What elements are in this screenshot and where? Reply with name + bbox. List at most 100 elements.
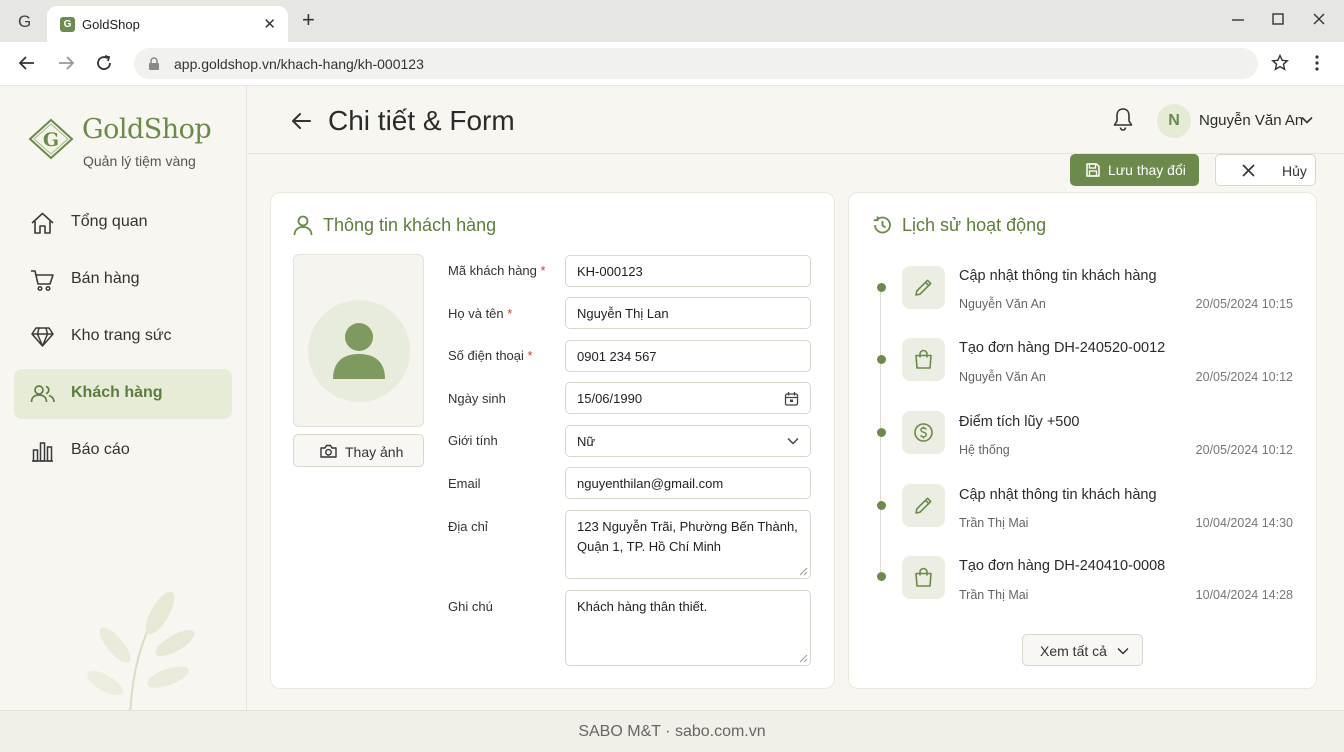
activity-user: Trần Thị Mai [959, 516, 1029, 530]
pencil-icon [915, 497, 932, 514]
timeline-dot [877, 283, 886, 292]
tab-favicon: G [60, 17, 75, 32]
activity-user: Nguyễn Văn An [959, 297, 1046, 311]
activity-time: 10/04/2024 14:28 [1195, 588, 1293, 602]
sidebar-item-label: Tổng quan [71, 213, 148, 230]
timeline-dot [877, 501, 886, 510]
activity-time: 20/05/2024 10:12 [1195, 370, 1293, 384]
dob-field[interactable]: 15/06/1990 [565, 382, 811, 414]
view-all-label: Xem tất cả [1040, 643, 1107, 659]
activity-icon-box [902, 411, 945, 454]
calendar-icon[interactable] [784, 391, 799, 406]
users-icon [30, 385, 55, 403]
dollar-coin-icon [914, 423, 933, 442]
chevron-down-icon [1117, 647, 1129, 655]
cart-icon [31, 270, 54, 292]
change-photo-label: Thay ảnh [345, 444, 404, 460]
save-button-label: Lưu thay đổi [1108, 162, 1186, 178]
required-mark: * [527, 348, 533, 363]
footer-text: SABO M&T · sabo.com.vn [578, 723, 766, 740]
save-icon [1086, 163, 1100, 177]
activity-time: 20/05/2024 10:12 [1195, 443, 1293, 457]
sidebar-item-label: Bán hàng [71, 270, 140, 287]
camera-icon [320, 444, 337, 458]
sidebar-item-ban-hang[interactable]: Bán hàng [14, 255, 232, 305]
shopping-bag-icon [915, 567, 932, 587]
browser-address-bar: app.goldshop.vn/khach-hang/kh-000123 [0, 42, 1344, 86]
timeline-dot [877, 572, 886, 581]
gender-select[interactable]: Nữ [565, 425, 811, 457]
avatar[interactable]: N [1157, 104, 1191, 138]
browser-forward-icon[interactable] [57, 54, 75, 72]
email-field[interactable]: nguyenthilan@gmail.com [565, 467, 811, 499]
change-photo-button[interactable]: Thay ảnh [293, 434, 424, 467]
window-close-icon[interactable] [1312, 12, 1326, 26]
view-all-button[interactable]: Xem tất cả [1022, 634, 1143, 666]
minimize-icon[interactable] [1231, 12, 1245, 26]
tab-close-icon[interactable]: ✕ [263, 15, 276, 33]
dob-value: 15/06/1990 [577, 391, 643, 406]
shopping-bag-icon [915, 349, 932, 369]
activity-icon-box [902, 556, 945, 599]
url-text: app.goldshop.vn/khach-hang/kh-000123 [174, 56, 424, 72]
activity-title: Điểm tích lũy +500 [959, 414, 1080, 430]
browser-tab[interactable]: G GoldShop ✕ [47, 6, 288, 42]
user-name[interactable]: Nguyễn Văn An [1199, 112, 1303, 129]
resize-handle-icon[interactable] [799, 654, 808, 663]
url-bar[interactable]: app.goldshop.vn/khach-hang/kh-000123 [134, 48, 1258, 79]
note-label: Ghi chú [448, 599, 493, 614]
resize-handle-icon[interactable] [799, 567, 808, 576]
brand-name: GoldShop [82, 114, 212, 145]
sidebar-item-khach-hang[interactable]: Khách hàng [14, 369, 232, 419]
gender-value: Nữ [577, 434, 596, 449]
activity-user: Hệ thống [959, 443, 1010, 457]
back-arrow-icon[interactable] [290, 110, 312, 132]
cancel-button[interactable]: Hủy [1215, 154, 1316, 186]
sidebar-item-bao-cao[interactable]: Báo cáo [14, 426, 232, 476]
chevron-down-icon[interactable] [1301, 116, 1313, 124]
full-name-field[interactable]: Nguyễn Thị Lan [565, 297, 811, 329]
user-icon [293, 215, 313, 236]
lock-icon [149, 57, 159, 70]
sidebar-item-tong-quan[interactable]: Tổng quan [14, 198, 232, 248]
customer-code-field[interactable]: KH-000123 [565, 255, 811, 287]
activity-icon-box [902, 484, 945, 527]
brand-logo-icon: G [28, 118, 74, 160]
leaf-decoration [87, 591, 195, 710]
browser-reload-icon[interactable] [95, 54, 113, 72]
activity-user: Nguyễn Văn An [959, 370, 1046, 384]
note-field[interactable]: Khách hàng thân thiết. [565, 590, 811, 666]
email-label: Email [448, 476, 481, 491]
timeline-dot [877, 428, 886, 437]
sidebar-item-label: Khách hàng [71, 384, 163, 401]
note-value: Khách hàng thân thiết. [577, 599, 708, 614]
address-field[interactable]: 123 Nguyễn Trãi, Phường Bến Thành, Quận … [565, 510, 811, 579]
brand-logo-letter: G [43, 129, 59, 151]
chevron-down-icon [787, 437, 799, 445]
browser-back-icon[interactable] [18, 54, 36, 72]
phone-field[interactable]: 0901 234 567 [565, 340, 811, 372]
page-title: Chi tiết & Form [328, 105, 515, 136]
maximize-icon[interactable] [1271, 12, 1285, 26]
activity-user: Trần Thị Mai [959, 588, 1029, 602]
browser-profile-icon[interactable]: G [18, 12, 31, 32]
sidebar-item-kho-trang-suc[interactable]: Kho trang sức [14, 312, 232, 362]
activity-time: 10/04/2024 14:30 [1195, 516, 1293, 530]
brand-subtitle: Quản lý tiệm vàng [83, 153, 196, 169]
activity-time: 20/05/2024 10:15 [1195, 297, 1293, 311]
dob-label: Ngày sinh [448, 391, 506, 406]
sidebar-item-label: Báo cáo [71, 441, 130, 458]
timeline-dot [877, 355, 886, 364]
home-icon [31, 212, 54, 234]
activity-title: Cập nhật thông tin khách hàng [959, 268, 1157, 284]
browser-tab-bar: G G GoldShop ✕ + [0, 0, 1344, 42]
save-button[interactable]: Lưu thay đổi [1070, 154, 1199, 186]
footer: SABO M&T · sabo.com.vn [0, 710, 1344, 752]
notification-bell-icon[interactable] [1112, 107, 1134, 131]
required-mark: * [507, 306, 513, 321]
browser-menu-icon[interactable] [1313, 54, 1321, 72]
customer-code-label: Mã khách hàng * [448, 263, 546, 278]
new-tab-icon[interactable]: + [302, 9, 315, 31]
bookmark-star-icon[interactable] [1271, 54, 1289, 72]
activity-title: Tạo đơn hàng DH-240520-0012 [959, 340, 1166, 356]
